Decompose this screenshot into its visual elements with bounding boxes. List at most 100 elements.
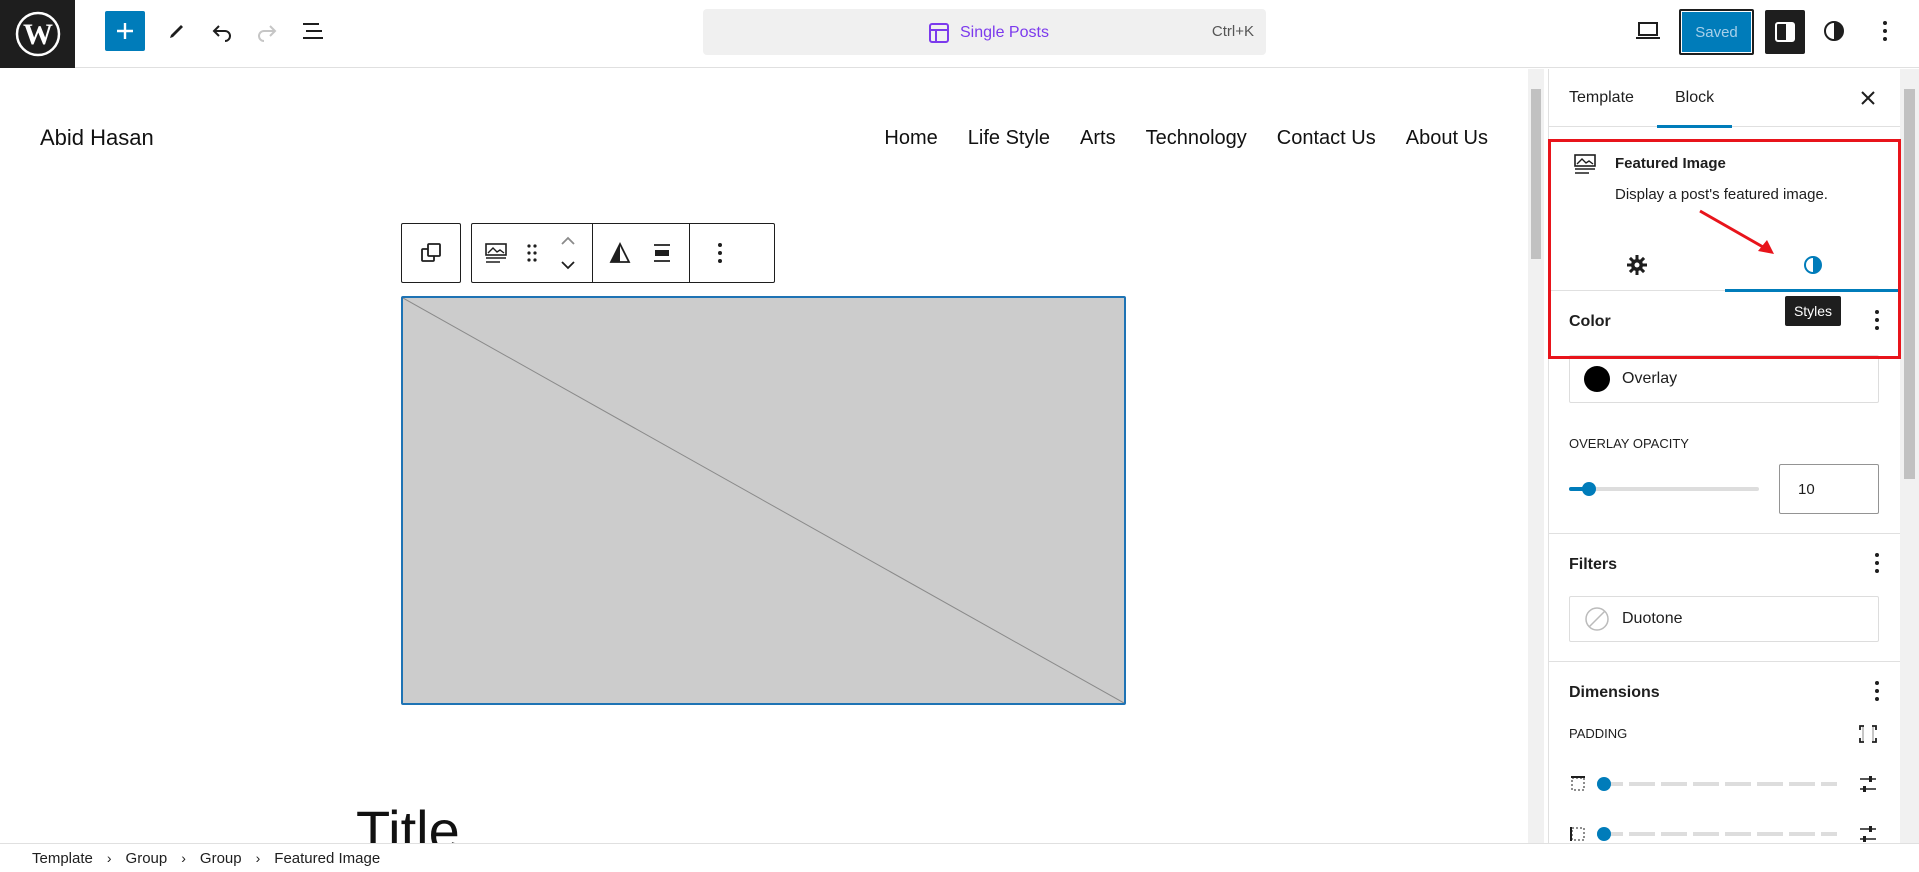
duotone-button[interactable] xyxy=(601,233,639,273)
canvas-scrollbar[interactable] xyxy=(1528,69,1544,843)
align-button[interactable] xyxy=(643,233,681,273)
half-circle-icon xyxy=(1804,256,1822,274)
sidebar-scrollbar-thumb[interactable] xyxy=(1904,89,1915,479)
block-type-button[interactable] xyxy=(480,233,512,273)
filters-panel-heading[interactable]: Filters xyxy=(1569,556,1617,574)
sidebar-scrollbar[interactable] xyxy=(1900,69,1919,843)
block-toolbar-group-move xyxy=(472,224,593,282)
tab-block[interactable]: Block xyxy=(1657,69,1733,128)
color-panel-heading[interactable]: Color xyxy=(1569,313,1611,331)
nav-item-about-us[interactable]: About Us xyxy=(1406,127,1488,150)
gear-icon xyxy=(1627,255,1647,275)
plus-icon xyxy=(117,23,133,39)
settings-sidebar: Template Block Featured Image Display a … xyxy=(1548,69,1900,843)
annotation-arrow xyxy=(1699,209,1774,254)
styles-toggle-button[interactable] xyxy=(1814,11,1854,51)
editor-canvas: Abid Hasan Home Life Style Arts Technolo… xyxy=(0,69,1528,843)
preview-button[interactable] xyxy=(1628,11,1668,51)
desktop-view-icon xyxy=(1636,22,1660,39)
sidebar-icon xyxy=(1775,22,1795,42)
add-block-button[interactable] xyxy=(105,11,145,51)
save-button[interactable]: Saved xyxy=(1679,9,1754,55)
redo-button[interactable] xyxy=(247,11,287,51)
block-options-button[interactable] xyxy=(698,233,742,273)
custom-settings-icon[interactable] xyxy=(1858,774,1878,794)
editor-root: W Single Posts Ctrl+K Saved Abid Hasan H… xyxy=(0,0,1919,872)
nav-item-technology[interactable]: Technology xyxy=(1146,127,1247,150)
dimensions-panel-heading[interactable]: Dimensions xyxy=(1569,684,1660,702)
editor-header: W Single Posts Ctrl+K Saved xyxy=(0,0,1919,68)
featured-image-icon xyxy=(1574,154,1596,174)
undo-icon xyxy=(212,25,231,42)
padding-label: PADDING xyxy=(1569,726,1628,741)
breadcrumb-item[interactable]: Template xyxy=(32,850,93,867)
vertical-ellipsis-icon xyxy=(718,243,722,263)
nav-item-life-style[interactable]: Life Style xyxy=(968,127,1050,150)
vertical-ellipsis-icon xyxy=(1875,681,1879,701)
undo-button[interactable] xyxy=(202,11,242,51)
site-navigation: Home Life Style Arts Technology Contact … xyxy=(884,127,1488,150)
post-title[interactable]: Title xyxy=(356,803,460,844)
block-toolbar-group-more xyxy=(690,224,750,282)
overlay-swatch xyxy=(1584,366,1610,392)
block-toolbar xyxy=(471,223,775,283)
wordpress-logo-icon[interactable]: W xyxy=(0,0,75,68)
nav-item-home[interactable]: Home xyxy=(884,127,937,150)
nav-item-contact-us[interactable]: Contact Us xyxy=(1277,127,1376,150)
tab-template[interactable]: Template xyxy=(1569,69,1634,127)
list-view-button[interactable] xyxy=(293,11,333,51)
site-title[interactable]: Abid Hasan xyxy=(40,125,154,151)
close-sidebar-button[interactable] xyxy=(1853,83,1883,113)
breadcrumb-item[interactable]: Group xyxy=(200,850,242,867)
vertical-ellipsis-icon xyxy=(1883,21,1887,41)
command-title-text: Single Posts xyxy=(960,24,1049,41)
move-up-down-buttons[interactable] xyxy=(552,233,584,273)
placeholder-diagonal xyxy=(403,298,1124,703)
overlay-opacity-label: OVERLAY OPACITY xyxy=(1569,436,1689,451)
block-breadcrumb: Template › Group › Group › Featured Imag… xyxy=(0,843,1919,872)
nav-item-arts[interactable]: Arts xyxy=(1080,127,1116,150)
duotone-button[interactable]: Duotone xyxy=(1569,596,1879,642)
opacity-slider-track[interactable] xyxy=(1569,487,1759,491)
padding-top-thumb[interactable] xyxy=(1597,777,1611,791)
list-view-icon xyxy=(303,23,323,39)
select-parent-button[interactable] xyxy=(401,223,461,283)
overlay-label: Overlay xyxy=(1622,370,1678,387)
vertical-ellipsis-icon xyxy=(1875,553,1879,573)
command-bar[interactable]: Single Posts Ctrl+K xyxy=(703,9,1266,55)
settings-sidebar-toggle[interactable] xyxy=(1765,10,1805,54)
link-sides-icon[interactable] xyxy=(1858,724,1878,744)
contrast-icon xyxy=(1824,21,1844,41)
breadcrumb-item-current: Featured Image xyxy=(274,849,381,867)
custom-settings-icon[interactable] xyxy=(1858,824,1878,843)
sidebar-tabs: Template Block xyxy=(1549,69,1900,128)
template-layout-icon xyxy=(929,23,949,43)
color-panel-options[interactable] xyxy=(1874,309,1880,337)
chevron-right-icon: › xyxy=(106,850,112,866)
command-shortcut: Ctrl+K xyxy=(1211,23,1254,40)
padding-bottom-slider[interactable] xyxy=(1597,832,1837,836)
padding-top-slider[interactable] xyxy=(1597,782,1837,786)
pen-icon xyxy=(170,25,183,38)
filters-panel-options[interactable] xyxy=(1874,552,1880,580)
tools-button[interactable] xyxy=(157,11,197,51)
drag-handle[interactable] xyxy=(516,233,548,273)
no-color-icon xyxy=(1585,607,1609,631)
opacity-input[interactable]: 10 xyxy=(1779,464,1879,514)
dimensions-panel-options[interactable] xyxy=(1874,680,1880,708)
block-card-title: Featured Image xyxy=(1615,155,1726,172)
chevron-up-down-icon xyxy=(561,236,575,270)
canvas-scrollbar-thumb[interactable] xyxy=(1531,89,1541,259)
padding-bottom-thumb[interactable] xyxy=(1597,827,1611,841)
vertical-ellipsis-icon xyxy=(1875,310,1879,330)
svg-text:W: W xyxy=(23,18,53,51)
breadcrumb-item[interactable]: Group xyxy=(126,850,168,867)
chevron-right-icon: › xyxy=(255,850,261,866)
overlay-color-button[interactable]: Overlay xyxy=(1569,355,1879,403)
chevron-right-icon: › xyxy=(181,850,186,866)
opacity-slider-thumb[interactable] xyxy=(1582,482,1596,496)
padding-top-icon xyxy=(1571,776,1585,791)
featured-image-placeholder[interactable] xyxy=(401,296,1126,705)
command-title: Single Posts xyxy=(928,22,1049,44)
options-button[interactable] xyxy=(1865,11,1905,51)
